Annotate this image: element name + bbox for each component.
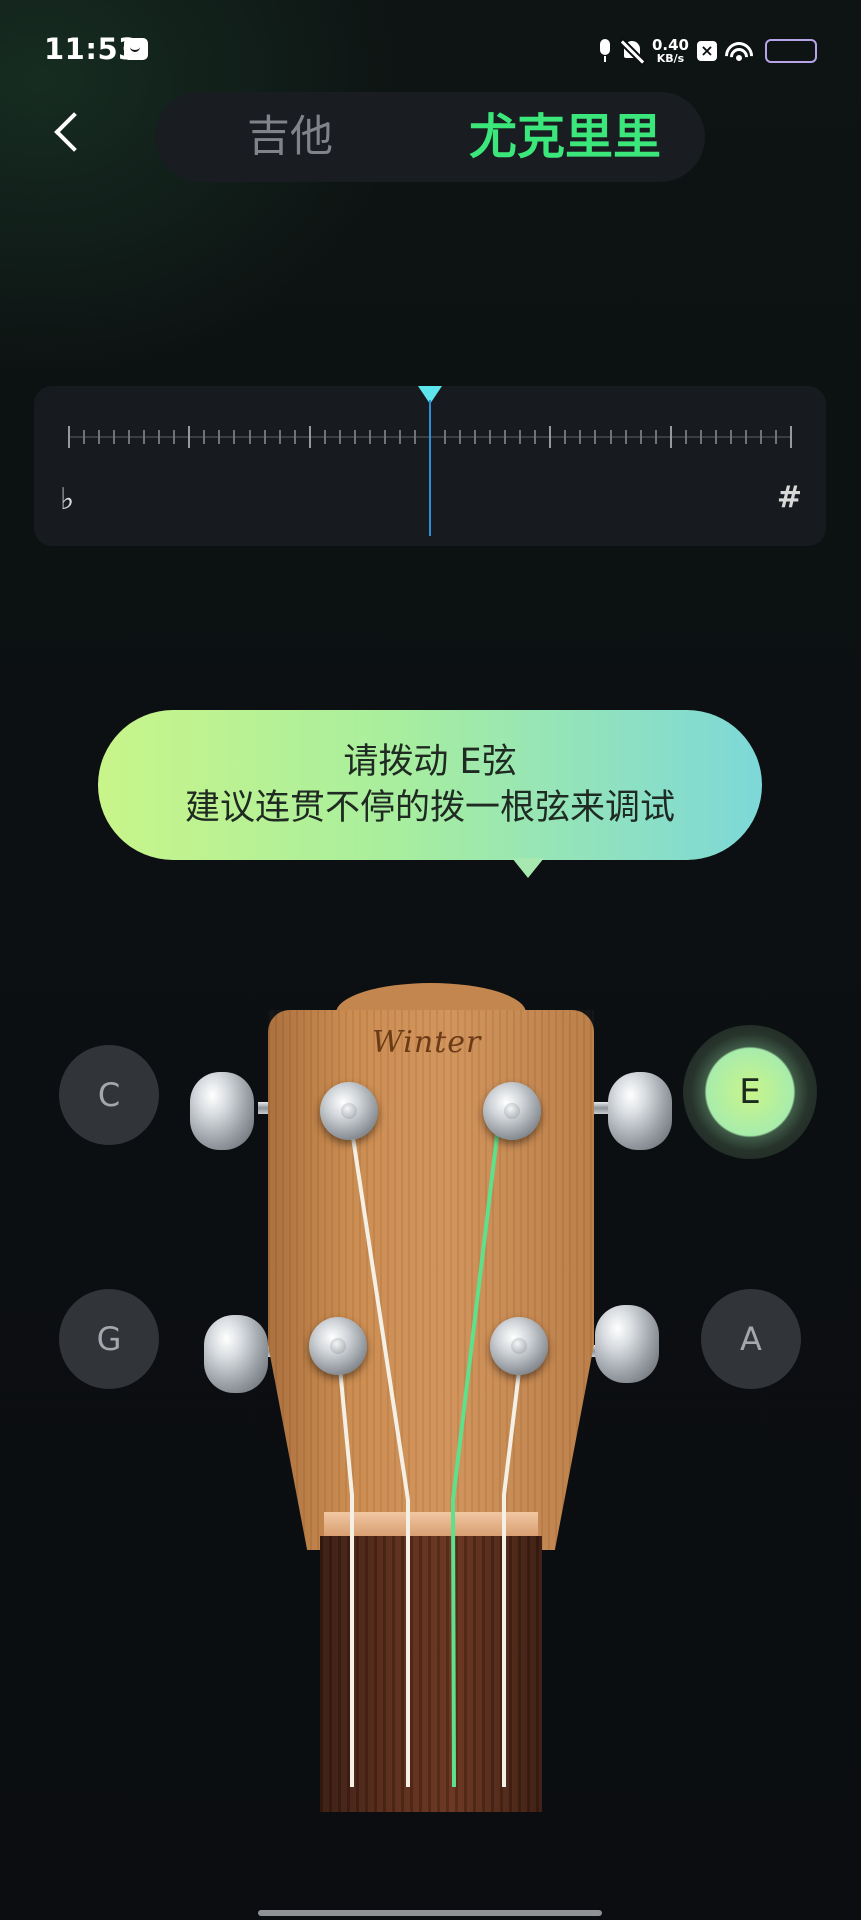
string-button-c[interactable]: C [59, 1045, 159, 1145]
scale-tick [594, 430, 596, 444]
scale-tick [670, 426, 672, 448]
scale-tick [745, 430, 747, 444]
string-button-a[interactable]: A [701, 1289, 801, 1389]
message-icon [124, 38, 148, 60]
scale-tick [294, 430, 296, 444]
ukulele-headstock: Winter [150, 975, 710, 1825]
scale-tick [700, 430, 702, 444]
x-box-icon: × [697, 41, 717, 61]
net-speed-value: 0.40 [651, 36, 689, 54]
scale-tick [158, 430, 160, 444]
scale-tick [414, 430, 416, 444]
status-bar: 11:53 0.40 KB/s × [0, 0, 861, 100]
wifi-icon [725, 40, 753, 62]
scale-tick [339, 430, 341, 444]
scale-tick [760, 430, 762, 444]
string-g [336, 1346, 354, 1787]
scale-tick [384, 430, 386, 444]
flat-label: ♭ [60, 482, 75, 517]
scale-tick [249, 430, 251, 444]
mic-icon [598, 39, 612, 63]
scale-tick [444, 430, 446, 444]
prompt-hint: 建议连贯不停的拨一根弦来调试 [184, 788, 675, 828]
scale-tick [309, 426, 311, 448]
tuner-meter: ♭ # [34, 386, 826, 546]
sharp-label: # [776, 480, 802, 515]
scale-tick [354, 430, 356, 444]
scale-tick [534, 430, 536, 444]
scale-tick [173, 430, 175, 444]
scale-tick [188, 426, 190, 448]
scale-tick [504, 430, 506, 444]
scale-tick [324, 430, 326, 444]
string-e [450, 1110, 502, 1788]
scale-tick [203, 430, 205, 444]
strings-svg [336, 1110, 524, 1788]
scale-tick [564, 430, 566, 444]
scale-tick [579, 430, 581, 444]
tab-guitar[interactable]: 吉他 [155, 92, 425, 182]
battery-icon [765, 39, 817, 63]
scale-tick [233, 430, 235, 444]
scale-tick [143, 430, 145, 444]
scale-tick [68, 426, 70, 448]
scale-tick [715, 430, 717, 444]
scale-tick [399, 430, 401, 444]
prompt-title: 请拨动 E弦 [343, 742, 517, 782]
scale-tick [369, 430, 371, 444]
string-c [347, 1110, 410, 1787]
scale-tick [264, 430, 266, 444]
scale-tick [128, 430, 130, 444]
net-speed: 0.40 KB/s [651, 36, 689, 65]
scale-tick [610, 430, 612, 444]
scale-tick [218, 430, 220, 444]
back-button[interactable] [44, 108, 94, 158]
scale-tick [790, 426, 792, 448]
scale-tick [730, 430, 732, 444]
tuning-needle [429, 400, 431, 536]
scale-tick [98, 430, 100, 444]
instrument-switch: 吉他 尤克里里 [155, 92, 705, 182]
tab-ukulele[interactable]: 尤克里里 [425, 92, 705, 182]
scale-tick [279, 430, 281, 444]
scale-tick [685, 430, 687, 444]
status-icons: 0.40 KB/s × [598, 34, 817, 68]
scale-tick [83, 430, 85, 444]
tuner-screen: 11:53 0.40 KB/s × 吉他 尤克里里 ♭ # 请拨动 E弦 建议连… [0, 0, 861, 1920]
prompt-bubble: 请拨动 E弦 建议连贯不停的拨一根弦来调试 [98, 710, 762, 878]
bell-off-icon [620, 39, 644, 63]
tuning-peg-g [309, 1317, 367, 1375]
scale-tick [474, 430, 476, 444]
tuning-peg-e [483, 1082, 541, 1140]
tuning-peg-c [320, 1082, 378, 1140]
scale-tick [519, 430, 521, 444]
string-a [502, 1346, 524, 1787]
string-button-e[interactable]: E [683, 1025, 817, 1159]
scale-tick [489, 430, 491, 444]
net-speed-unit: KB/s [656, 52, 685, 65]
scale-tick [549, 426, 551, 448]
scale-tick [113, 430, 115, 444]
scale-tick [459, 430, 461, 444]
scale-tick [640, 430, 642, 444]
scale-tick [775, 430, 777, 444]
string-button-g[interactable]: G [59, 1289, 159, 1389]
scale-tick [655, 430, 657, 444]
tuning-peg-a [490, 1317, 548, 1375]
home-indicator [258, 1910, 602, 1916]
scale-tick [625, 430, 627, 444]
